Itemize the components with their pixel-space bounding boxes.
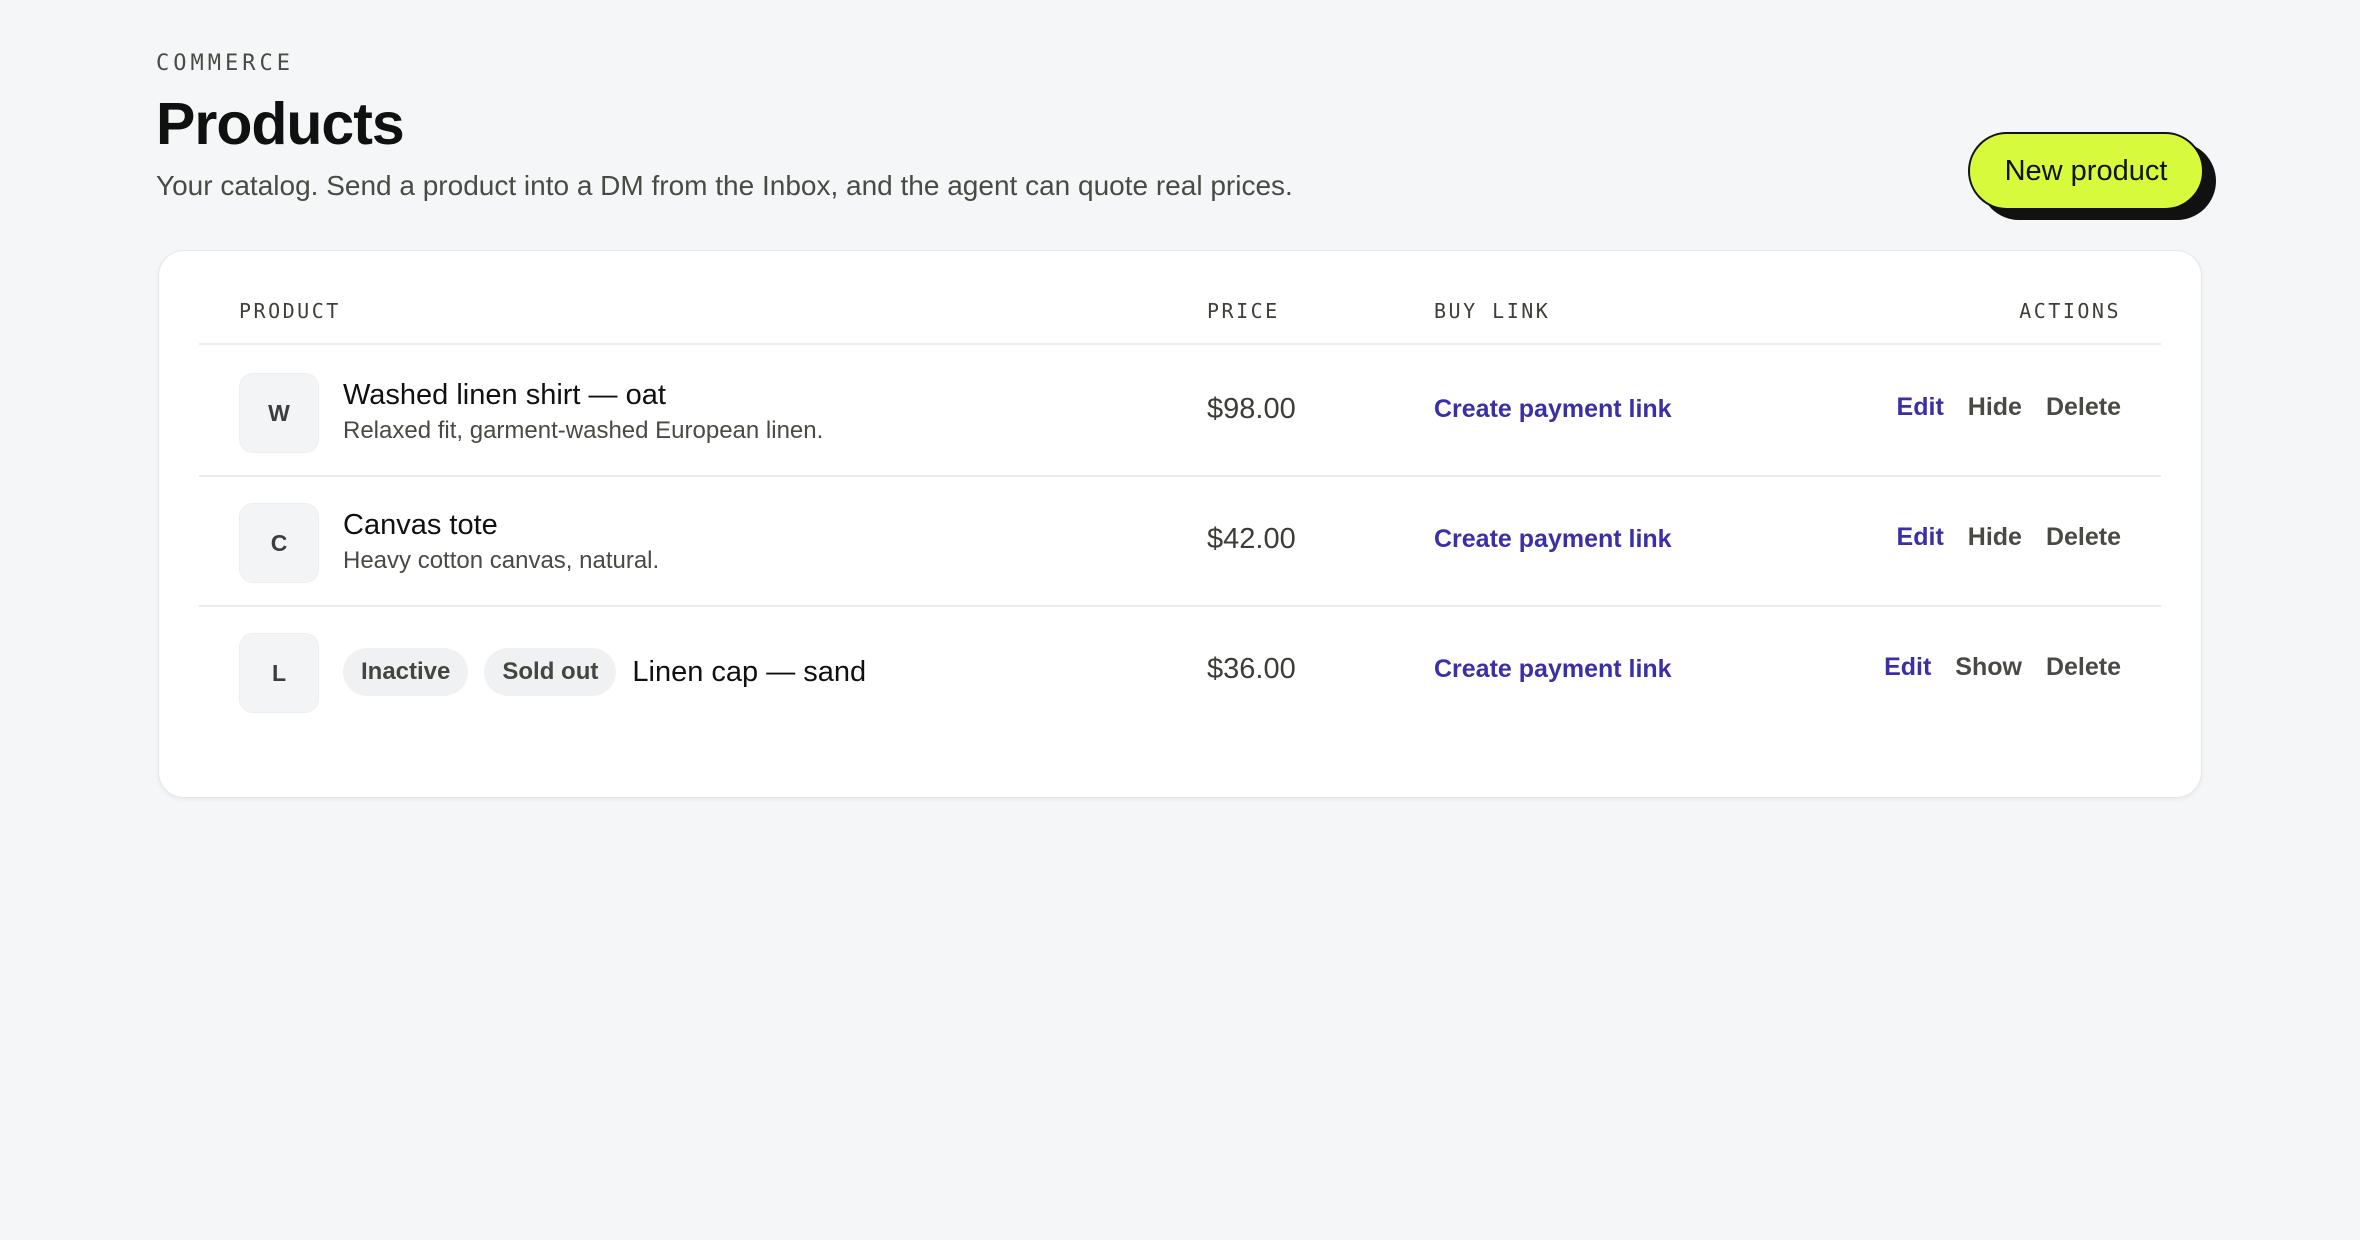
edit-button[interactable]: Edit bbox=[1897, 523, 1944, 552]
table-row: C Canvas tote Heavy cotton canvas, natur… bbox=[199, 477, 2161, 607]
product-initial-avatar: C bbox=[239, 503, 319, 583]
column-header-price: PRICE bbox=[1207, 299, 1280, 323]
page-title: Products bbox=[156, 91, 405, 157]
column-header-product: PRODUCT bbox=[239, 299, 341, 323]
status-badge-sold-out: Sold out bbox=[484, 648, 617, 696]
product-price: $98.00 bbox=[1207, 393, 1296, 425]
products-page: COMMERCE Products Your catalog. Send a p… bbox=[156, 50, 2216, 798]
column-header-buy-link: BUY LINK bbox=[1434, 299, 1551, 323]
product-description: Relaxed fit, garment-washed European lin… bbox=[343, 417, 824, 444]
table-row: W Washed linen shirt — oat Relaxed fit, … bbox=[199, 347, 2161, 477]
product-description: Heavy cotton canvas, natural. bbox=[343, 547, 660, 574]
product-initial-avatar: W bbox=[239, 373, 319, 453]
hide-button[interactable]: Hide bbox=[1968, 523, 2022, 552]
product-price: $42.00 bbox=[1207, 523, 1296, 555]
table-row: L Inactive Sold out Linen cap — sand $36… bbox=[199, 607, 2161, 737]
product-name: Linen cap — sand bbox=[632, 655, 867, 688]
product-name: Washed linen shirt — oat bbox=[343, 379, 666, 411]
products-table-card: PRODUCT PRICE BUY LINK ACTIONS W Washed … bbox=[158, 250, 2202, 798]
row-actions: Edit Show Delete bbox=[1884, 653, 2121, 682]
hide-button[interactable]: Hide bbox=[1968, 393, 2022, 422]
product-name: Canvas tote bbox=[343, 509, 498, 541]
delete-button[interactable]: Delete bbox=[2046, 653, 2121, 682]
create-payment-link[interactable]: Create payment link bbox=[1434, 525, 1672, 554]
row-actions: Edit Hide Delete bbox=[1897, 523, 2121, 552]
row-actions: Edit Hide Delete bbox=[1897, 393, 2121, 422]
create-payment-link[interactable]: Create payment link bbox=[1434, 655, 1672, 684]
column-header-actions: ACTIONS bbox=[2019, 299, 2121, 323]
new-product-button-wrapper: New product bbox=[1968, 132, 2216, 220]
edit-button[interactable]: Edit bbox=[1884, 653, 1931, 682]
delete-button[interactable]: Delete bbox=[2046, 523, 2121, 552]
section-eyebrow: COMMERCE bbox=[156, 51, 294, 76]
table-header: PRODUCT PRICE BUY LINK ACTIONS bbox=[199, 293, 2161, 345]
product-name-with-badges: Inactive Sold out Linen cap — sand bbox=[343, 647, 866, 697]
delete-button[interactable]: Delete bbox=[2046, 393, 2121, 422]
create-payment-link[interactable]: Create payment link bbox=[1434, 395, 1672, 424]
edit-button[interactable]: Edit bbox=[1897, 393, 1944, 422]
product-price: $36.00 bbox=[1207, 653, 1296, 685]
page-subtitle: Your catalog. Send a product into a DM f… bbox=[156, 170, 1293, 201]
show-button[interactable]: Show bbox=[1955, 653, 2022, 682]
new-product-button[interactable]: New product bbox=[1968, 132, 2204, 210]
product-initial-avatar: L bbox=[239, 633, 319, 713]
status-badge-inactive: Inactive bbox=[343, 648, 469, 696]
